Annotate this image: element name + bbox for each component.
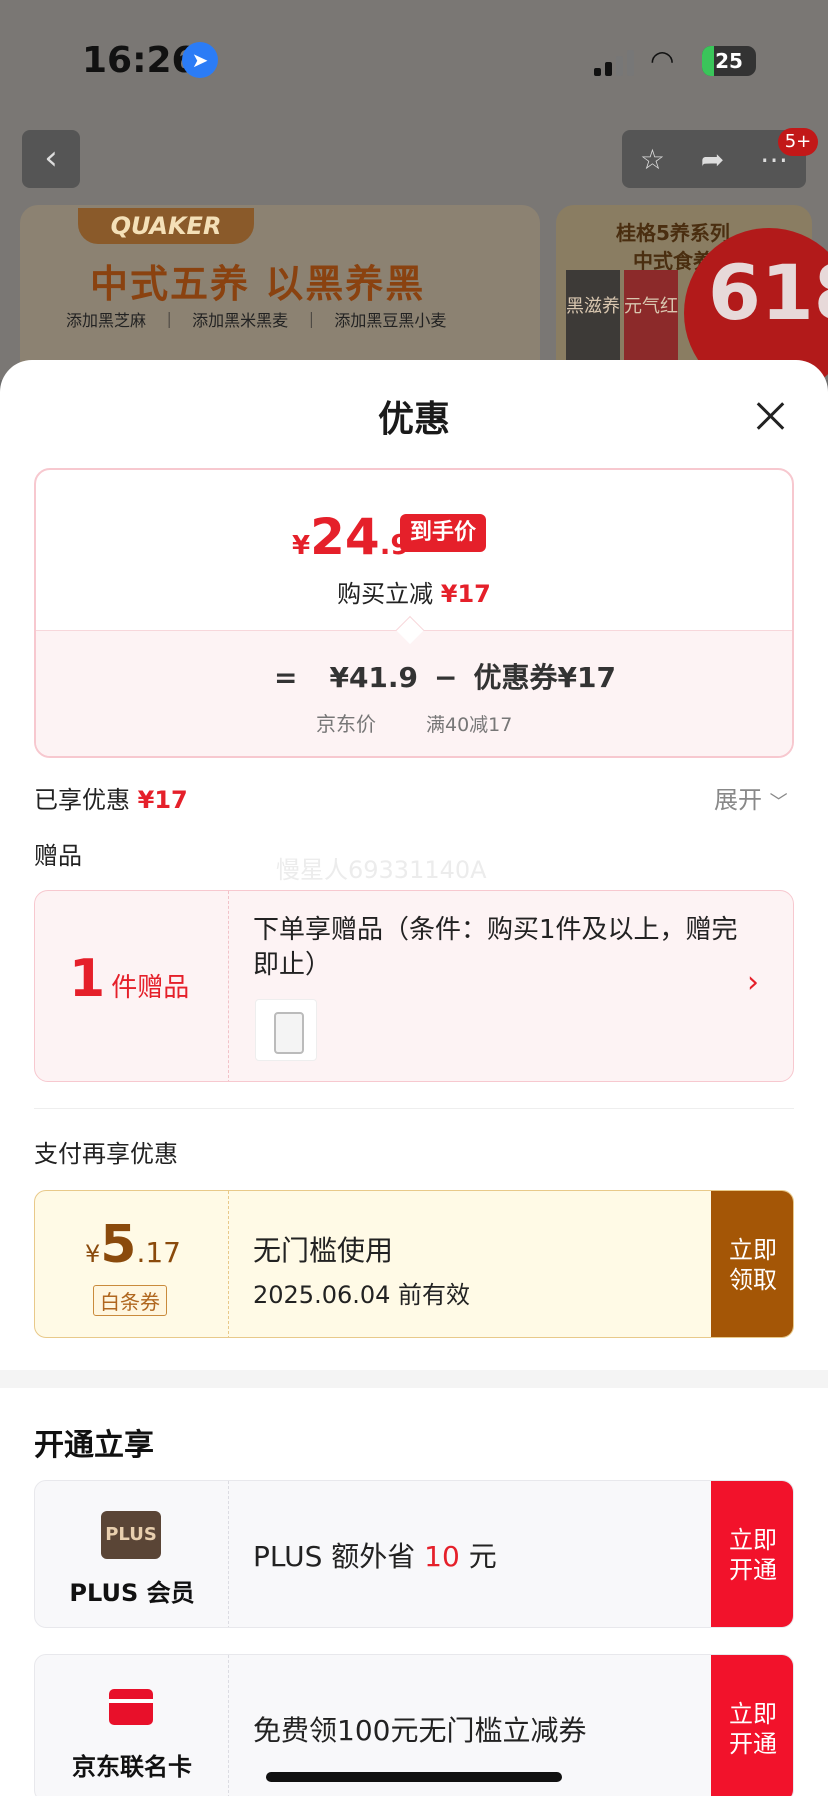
coupon-amount: ¥5.17 xyxy=(85,1215,181,1275)
claim-coupon-button[interactable]: 立即领取 xyxy=(711,1191,793,1337)
plus-member-card: PLUS PLUS 会员 PLUS 额外省 10 元 立即开通 xyxy=(34,1480,794,1628)
gift-description: 下单享赠品（条件：购买1件及以上，赠完即止） xyxy=(253,915,738,980)
gift-card[interactable]: 1 件赠品 下单享赠品（条件：购买1件及以上，赠完即止） › xyxy=(34,890,794,1082)
gift-thumbnail xyxy=(255,999,317,1061)
credit-card-icon xyxy=(109,1689,153,1725)
section-gap xyxy=(0,1370,828,1388)
banner-slogan: 中式五养 以黑养黑 xyxy=(90,262,426,306)
coupon-title: 无门槛使用 xyxy=(253,1234,394,1267)
instant-discount: 购买立减 ¥17 xyxy=(337,580,491,608)
banner-subtitle: 添加黑芝麻 ｜ 添加黑米黑麦 ｜ 添加黑豆黑小麦 xyxy=(66,311,447,330)
share-icon[interactable]: ➦ xyxy=(701,143,724,176)
price-equation: = ¥41.9− 优惠券¥17 xyxy=(274,661,616,694)
divider xyxy=(34,1108,794,1109)
baitiao-coupon: ¥5.17 白条券 无门槛使用 2025.06.04 前有效 立即领取 xyxy=(34,1190,794,1338)
member-name: 京东联名卡 xyxy=(72,1753,192,1781)
price-card: ¥24.9 到手价 购买立减 ¥17 = ¥41.9− 优惠券¥17 京东价 满40… xyxy=(34,468,794,758)
jd-price-label: 京东价 xyxy=(316,712,376,736)
home-indicator xyxy=(266,1772,562,1782)
final-price: ¥24.9 xyxy=(292,508,410,566)
coupon-expiry: 2025.06.04 前有效 xyxy=(253,1281,471,1309)
location-icon: ➤ xyxy=(182,42,218,78)
open-plus-button[interactable]: 立即开通 xyxy=(711,1481,793,1627)
coupon-type-tag: 白条券 xyxy=(93,1285,167,1316)
wifi-icon: ◠ xyxy=(650,44,675,77)
signal-icon xyxy=(594,50,634,76)
star-icon[interactable]: ☆ xyxy=(640,143,665,176)
plus-logo: PLUS xyxy=(101,1511,161,1559)
status-bar: 16:26 ➤ ◠ 25 xyxy=(0,0,828,120)
member-benefit: PLUS 额外省 10 元 xyxy=(253,1540,497,1573)
message-badge: 5+ xyxy=(778,128,818,156)
gift-heading: 赠品 xyxy=(34,842,82,870)
status-time: 16:26 xyxy=(82,40,197,81)
sheet-title: 优惠 xyxy=(377,399,450,440)
expand-button[interactable]: 展开 ﹀ xyxy=(714,780,788,815)
enjoyed-discount: 已享优惠 ¥17 xyxy=(34,786,188,814)
coupon-condition-label: 满40减17 xyxy=(426,714,513,736)
close-icon[interactable] xyxy=(750,396,790,436)
member-name: PLUS 会员 xyxy=(69,1579,195,1607)
back-button[interactable]: ‹ xyxy=(22,130,80,188)
discount-sheet: 优惠 ¥24.9 到手价 购买立减 ¥17 = ¥41.9− 优惠券¥17 京东价 … xyxy=(0,360,828,1796)
member-benefit: 免费领100元无门槛立减券 xyxy=(253,1714,587,1747)
pay-heading: 支付再享优惠 xyxy=(34,1140,178,1168)
final-price-tag: 到手价 xyxy=(400,514,487,552)
open-heading: 开通立享 xyxy=(34,1428,154,1463)
gift-count: 1 件赠品 xyxy=(69,949,190,1009)
battery-icon: 25 xyxy=(702,46,756,76)
open-card-button[interactable]: 立即开通 xyxy=(711,1655,793,1796)
chevron-down-icon: ﹀ xyxy=(769,792,788,813)
chevron-right-icon: › xyxy=(747,965,759,1000)
watermark: 慢星人69331140A xyxy=(276,856,487,884)
